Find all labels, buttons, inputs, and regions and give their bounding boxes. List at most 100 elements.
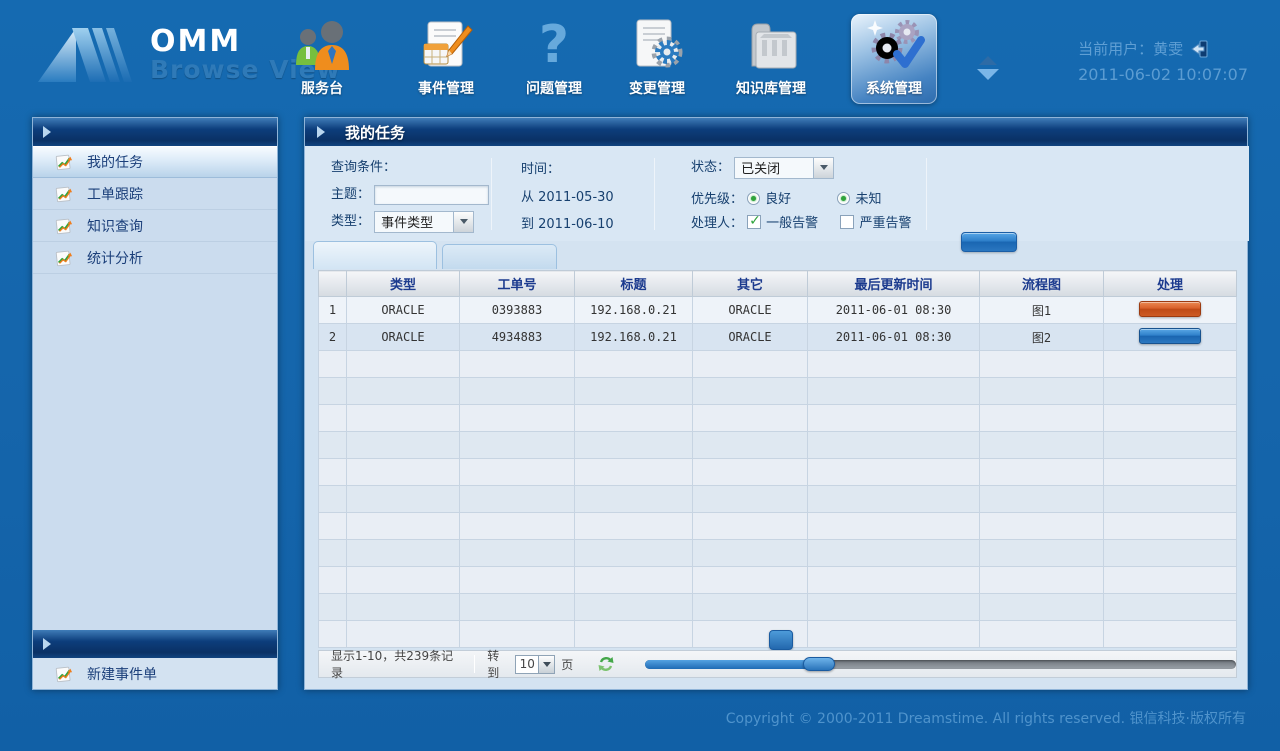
cell-other: ORACLE — [693, 324, 808, 351]
sidebar-item-statistics[interactable]: 统计分析 — [33, 242, 277, 274]
scroll-down-icon[interactable] — [977, 69, 999, 80]
scroll-up-icon[interactable] — [979, 56, 997, 65]
checkbox-severe-alarm[interactable] — [840, 215, 854, 229]
nav-label: 事件管理 — [402, 78, 490, 98]
sidebar-item-my-tasks[interactable]: 我的任务 — [33, 146, 277, 178]
sidebar-item-knowledge-query[interactable]: 知识查询 — [33, 210, 277, 242]
sidebar-top-strip — [33, 118, 277, 146]
nav-system-mgmt[interactable]: 系统管理 — [851, 14, 937, 104]
strip-arrow-icon — [43, 638, 51, 650]
sidebar-bottom-strip — [33, 630, 277, 658]
cell-other: ORACLE — [693, 297, 808, 324]
table-row-empty — [319, 405, 1237, 432]
search-button[interactable] — [961, 232, 1017, 252]
results-table-wrap: 类型 工单号 标题 其它 最后更新时间 流程图 处理 1 ORACLE 0393… — [318, 270, 1237, 648]
subject-label: 主题： — [331, 187, 370, 202]
cell-title: 192.168.0.21 — [575, 324, 693, 351]
status-select-value: 已关闭 — [735, 158, 813, 177]
panel-title: 我的任务 — [345, 122, 405, 143]
dropdown-arrow-icon[interactable] — [538, 656, 554, 673]
cell-order-no: 0393883 — [460, 297, 575, 324]
sidebar-item-order-tracking[interactable]: 工单跟踪 — [33, 178, 277, 210]
page-suffix-label: 页 — [561, 656, 573, 673]
table-row-empty — [319, 594, 1237, 621]
nav-change-mgmt[interactable]: 变更管理 — [613, 14, 701, 104]
cell-updated: 2011-06-01 08:30 — [808, 324, 980, 351]
checkbox-general-alarm[interactable] — [747, 215, 761, 229]
page-slider-handle[interactable] — [803, 657, 835, 671]
nav-label: 知识库管理 — [716, 78, 826, 98]
table-row-empty — [319, 486, 1237, 513]
sidebar: 我的任务 工单跟踪 知识查询 统计分析 — [32, 117, 278, 690]
refresh-icon[interactable] — [597, 655, 615, 673]
row-action-button[interactable] — [1139, 301, 1201, 317]
checkbox-general-alarm-label: 一般告警 — [766, 216, 818, 231]
time-to: 到 2011-06-10 — [521, 213, 614, 232]
task-chart-icon — [55, 217, 73, 235]
nav-knowledge-mgmt[interactable]: 知识库管理 — [716, 14, 826, 104]
system-gears-icon — [863, 16, 925, 72]
col-action[interactable]: 处理 — [1104, 271, 1237, 297]
col-flow[interactable]: 流程图 — [980, 271, 1104, 297]
col-title[interactable]: 标题 — [575, 271, 693, 297]
cell-type: ORACLE — [347, 297, 460, 324]
dropdown-arrow-icon[interactable] — [453, 212, 473, 232]
record-summary: 显示1-10，共239条记录 — [331, 647, 462, 681]
sidebar-item-new-incident[interactable]: 新建事件单 — [33, 658, 277, 689]
radio-unknown-label: 未知 — [855, 192, 881, 207]
nav-label: 变更管理 — [613, 78, 701, 98]
table-row[interactable]: 1 ORACLE 0393883 192.168.0.21 ORACLE 201… — [319, 297, 1237, 324]
priority-label: 优先级： — [691, 192, 743, 207]
cell-order-no: 4934883 — [460, 324, 575, 351]
col-type[interactable]: 类型 — [347, 271, 460, 297]
svg-text:?: ? — [539, 18, 569, 72]
sidebar-bottom-section: 新建事件单 — [33, 630, 277, 689]
table-row-empty — [319, 351, 1237, 378]
page-select[interactable]: 10 — [515, 655, 555, 674]
logout-icon[interactable] — [1191, 40, 1209, 58]
nav-label: 问题管理 — [510, 78, 598, 98]
nav-problem-mgmt[interactable]: ? 问题管理 — [510, 14, 598, 104]
current-datetime: 2011-06-02 10:07:07 — [1078, 65, 1248, 84]
divider — [654, 158, 655, 230]
panel-header: 我的任务 — [305, 118, 1247, 146]
table-row-empty — [319, 459, 1237, 486]
cell-updated: 2011-06-01 08:30 — [808, 297, 980, 324]
tab-second[interactable] — [442, 244, 557, 269]
strip-arrow-icon — [43, 126, 51, 138]
task-chart-icon — [55, 249, 73, 267]
cell-flow-link[interactable]: 图2 — [980, 324, 1104, 351]
col-index — [319, 271, 347, 297]
nav-scroll-arrows[interactable] — [976, 56, 1000, 80]
divider — [491, 158, 492, 230]
row-action-button[interactable] — [1139, 328, 1201, 344]
nav-service-desk[interactable]: 服务台 — [283, 14, 361, 104]
radio-good[interactable] — [747, 192, 760, 205]
status-label: 状态： — [691, 160, 730, 175]
radio-unknown[interactable] — [837, 192, 850, 205]
nav-incident-mgmt[interactable]: 事件管理 — [402, 14, 490, 104]
subject-input[interactable] — [374, 185, 489, 205]
tab-bar — [313, 241, 557, 270]
col-other[interactable]: 其它 — [693, 271, 808, 297]
table-row[interactable]: 2 ORACLE 4934883 192.168.0.21 ORACLE 201… — [319, 324, 1237, 351]
pagination-bar: 显示1-10，共239条记录 转到 10 页 — [318, 650, 1237, 678]
tab-first[interactable] — [313, 241, 437, 269]
table-header-row: 类型 工单号 标题 其它 最后更新时间 流程图 处理 — [319, 271, 1237, 297]
type-select[interactable]: 事件类型 — [374, 211, 474, 233]
col-updated[interactable]: 最后更新时间 — [808, 271, 980, 297]
cell-flow-link[interactable]: 图1 — [980, 297, 1104, 324]
strip-arrow-icon — [317, 126, 325, 138]
incident-doc-icon — [418, 20, 474, 72]
col-order-no[interactable]: 工单号 — [460, 271, 575, 297]
dropdown-arrow-icon[interactable] — [813, 158, 833, 178]
handler-label: 处理人： — [691, 216, 743, 231]
results-table: 类型 工单号 标题 其它 最后更新时间 流程图 处理 1 ORACLE 0393… — [318, 270, 1237, 648]
time-label: 时间： — [521, 158, 560, 177]
page-slider[interactable] — [645, 660, 1236, 669]
cell-title: 192.168.0.21 — [575, 297, 693, 324]
knowledge-folder-icon — [742, 22, 800, 72]
divider — [926, 158, 927, 230]
status-select[interactable]: 已关闭 — [734, 157, 834, 179]
slider-flag-marker[interactable] — [769, 630, 793, 650]
